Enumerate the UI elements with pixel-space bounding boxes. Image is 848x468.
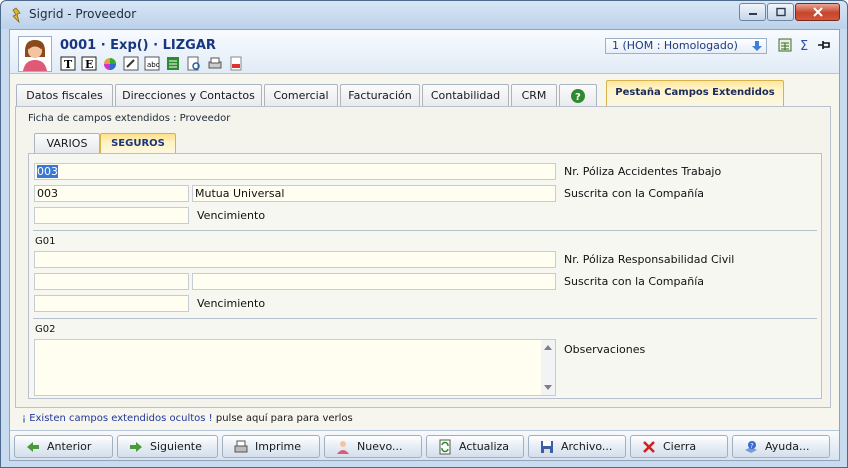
group-label-g01: G01 (35, 236, 56, 247)
subtab-seguros[interactable]: SEGUROS (100, 133, 176, 155)
scroll-up-icon[interactable] (544, 345, 552, 350)
app-logo-icon (12, 7, 21, 23)
close-window-button[interactable] (795, 3, 840, 21)
group-label-g02: G02 (35, 324, 56, 335)
brush-icon[interactable] (123, 56, 139, 71)
refresh-icon (439, 439, 451, 455)
color-wheel-icon[interactable] (102, 56, 118, 71)
vencimiento-label: Vencimiento (197, 209, 266, 222)
save-icon (541, 441, 553, 453)
divider (33, 318, 817, 319)
tab-direcciones-contactos[interactable]: Direcciones y Contactos (115, 84, 262, 106)
edit-icon[interactable]: E (81, 56, 97, 71)
document-search-icon[interactable] (186, 56, 202, 71)
tab-campos-extendidos[interactable]: Pestaña Campos Extendidos (606, 80, 784, 106)
observaciones-label: Observaciones (564, 343, 646, 356)
poliza-accidentes-label: Nr. Póliza Accidentes Trabajo (564, 165, 722, 178)
compania-2-name-input[interactable] (192, 273, 556, 290)
arrow-down-icon (752, 41, 762, 51)
record-toolbar: T E abc (60, 56, 244, 72)
calculator-icon[interactable] (777, 37, 793, 53)
pdf-icon[interactable] (228, 56, 244, 71)
record-title: 0001 · Exp() · LIZGAR (60, 38, 216, 53)
window-title: Sigrid - Proveedor (29, 7, 137, 21)
app-window: Sigrid - Proveedor 0001 · Exp() · LIZGAR (0, 0, 848, 468)
svg-text:T: T (64, 58, 73, 71)
ayuda-button[interactable]: ? Ayuda... (732, 435, 830, 458)
compania-label: Suscrita con la Compañía (564, 187, 705, 200)
tab-help[interactable]: ? (559, 84, 597, 106)
svg-text:?: ? (750, 442, 754, 450)
maximize-button[interactable] (767, 3, 794, 21)
poliza-accidentes-input[interactable]: 003 (34, 163, 556, 180)
hidden-fields-hint[interactable]: pulse aquí para para verlos (216, 413, 353, 424)
actualiza-button[interactable]: Actualiza (426, 435, 524, 458)
svg-text:abc: abc (147, 61, 160, 69)
arrow-left-icon (27, 442, 39, 452)
hidden-fields-note: ¡ Existen campos extendidos ocultos ! pu… (22, 413, 353, 424)
text-format-icon[interactable]: T (60, 56, 76, 71)
minimize-button[interactable] (739, 3, 766, 21)
divider (33, 230, 817, 231)
help-circle-icon: ? (571, 89, 585, 103)
svg-text:Σ: Σ (800, 39, 808, 53)
extended-fields-panel: Ficha de campos extendidos : Proveedor V… (15, 106, 831, 408)
person-avatar-icon (23, 40, 47, 71)
tab-comercial[interactable]: Comercial (264, 84, 338, 106)
compania-code-input[interactable]: 003 (34, 185, 189, 202)
tab-contabilidad[interactable]: Contabilidad (422, 84, 509, 106)
sigma-icon[interactable]: Σ (798, 37, 814, 53)
close-x-icon (643, 441, 655, 453)
compania-name-input[interactable]: Mutua Universal (192, 185, 556, 202)
new-user-icon (337, 441, 349, 454)
seguros-panel: 003 Nr. Póliza Accidentes Trabajo 003 Mu… (28, 153, 822, 399)
svg-text:?: ? (575, 92, 581, 103)
tab-datos-fiscales[interactable]: Datos fiscales (16, 84, 113, 106)
hidden-fields-link[interactable]: ¡ Existen campos extendidos ocultos ! (22, 413, 213, 424)
bottom-toolbar: Anterior Siguiente Imprime Nuevo... Actu… (10, 430, 839, 460)
help-icon: ? (745, 441, 757, 453)
avatar (18, 36, 52, 72)
cierra-button[interactable]: Cierra (630, 435, 728, 458)
vencimiento-input[interactable] (34, 207, 189, 224)
print-icon[interactable] (207, 56, 223, 71)
tab-facturacion[interactable]: Facturación (340, 84, 420, 106)
printer-icon (234, 440, 248, 453)
nuevo-button[interactable]: Nuevo... (324, 435, 422, 458)
tab-crm[interactable]: CRM (511, 84, 557, 106)
ficha-label: Ficha de campos extendidos : Proveedor (28, 113, 231, 124)
imprime-button[interactable]: Imprime (222, 435, 320, 458)
spreadsheet-icon[interactable] (165, 56, 181, 71)
vencimiento-2-input[interactable] (34, 295, 189, 312)
pin-icon[interactable] (816, 37, 832, 53)
close-icon (812, 7, 823, 17)
observaciones-scrollbar[interactable] (541, 340, 555, 395)
record-header: 0001 · Exp() · LIZGAR T E abc 1 (HOM : H… (10, 30, 839, 74)
homologation-value: 1 (HOM : Homologado) (612, 39, 738, 52)
arrow-right-icon (130, 442, 142, 452)
subtab-varios[interactable]: VARIOS (34, 133, 100, 153)
siguiente-button[interactable]: Siguiente (117, 435, 218, 458)
anterior-button[interactable]: Anterior (14, 435, 113, 458)
archivo-button[interactable]: Archivo... (528, 435, 626, 458)
compania-2-label: Suscrita con la Compañía (564, 275, 705, 288)
compania-2-code-input[interactable] (34, 273, 189, 290)
client-area: 0001 · Exp() · LIZGAR T E abc 1 (HOM : H… (9, 29, 840, 461)
homologation-select[interactable]: 1 (HOM : Homologado) (605, 38, 767, 54)
svg-text:E: E (85, 58, 93, 71)
vencimiento-2-label: Vencimiento (197, 297, 266, 310)
title-bar[interactable]: Sigrid - Proveedor (1, 1, 847, 29)
image-icon[interactable]: abc (144, 56, 160, 71)
poliza-rc-label: Nr. Póliza Responsabilidad Civil (564, 253, 735, 266)
poliza-rc-input[interactable] (34, 251, 556, 268)
observaciones-textarea[interactable] (34, 339, 556, 396)
minimize-icon (748, 13, 757, 15)
maximize-icon (775, 7, 786, 17)
scroll-down-icon[interactable] (544, 385, 552, 390)
